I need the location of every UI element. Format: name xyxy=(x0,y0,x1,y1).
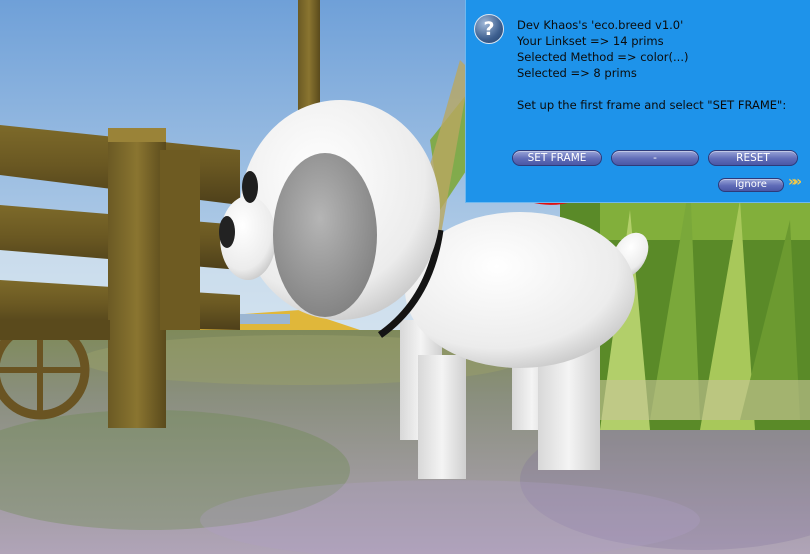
dialog-title: Dev Khaos's 'eco.breed v1.0' xyxy=(517,18,684,32)
dash-button[interactable]: - xyxy=(611,150,699,166)
ignore-button[interactable]: Ignore xyxy=(718,178,784,192)
help-icon: ? xyxy=(474,14,504,44)
chevron-right-icon[interactable]: »» xyxy=(788,174,802,190)
set-frame-button[interactable]: SET FRAME xyxy=(512,150,602,166)
dialog-selected-info: Selected => 8 prims xyxy=(517,66,637,80)
reset-button[interactable]: RESET xyxy=(708,150,798,166)
dialog-instruction: Set up the first frame and select "SET F… xyxy=(517,98,787,112)
dialog-linkset-info: Your Linkset => 14 prims xyxy=(517,34,664,48)
dialog-method-info: Selected Method => color(...) xyxy=(517,50,689,64)
